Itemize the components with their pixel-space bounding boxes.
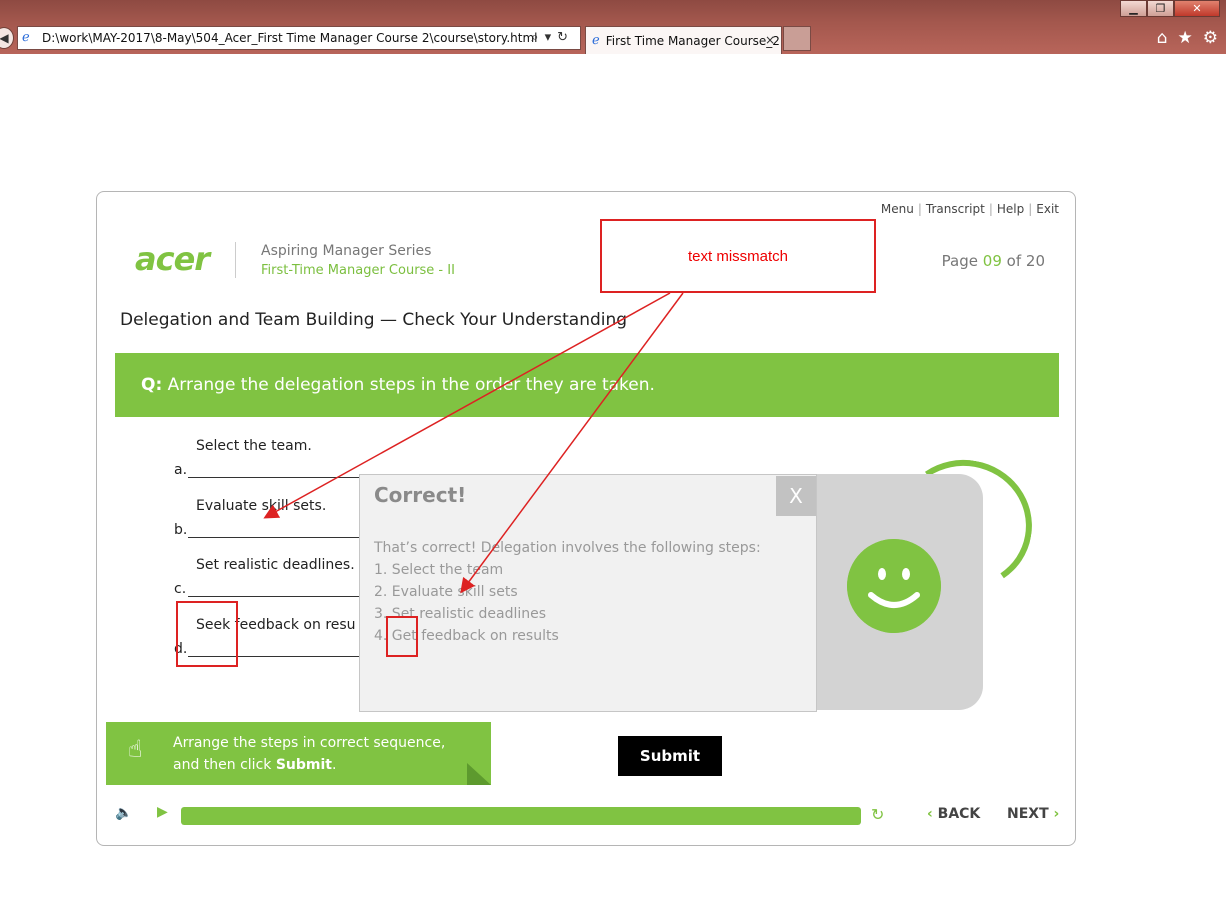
- annotation-arrow: [263, 292, 671, 519]
- annotation-arrows: [263, 292, 684, 594]
- annotation-arrow: [460, 292, 684, 594]
